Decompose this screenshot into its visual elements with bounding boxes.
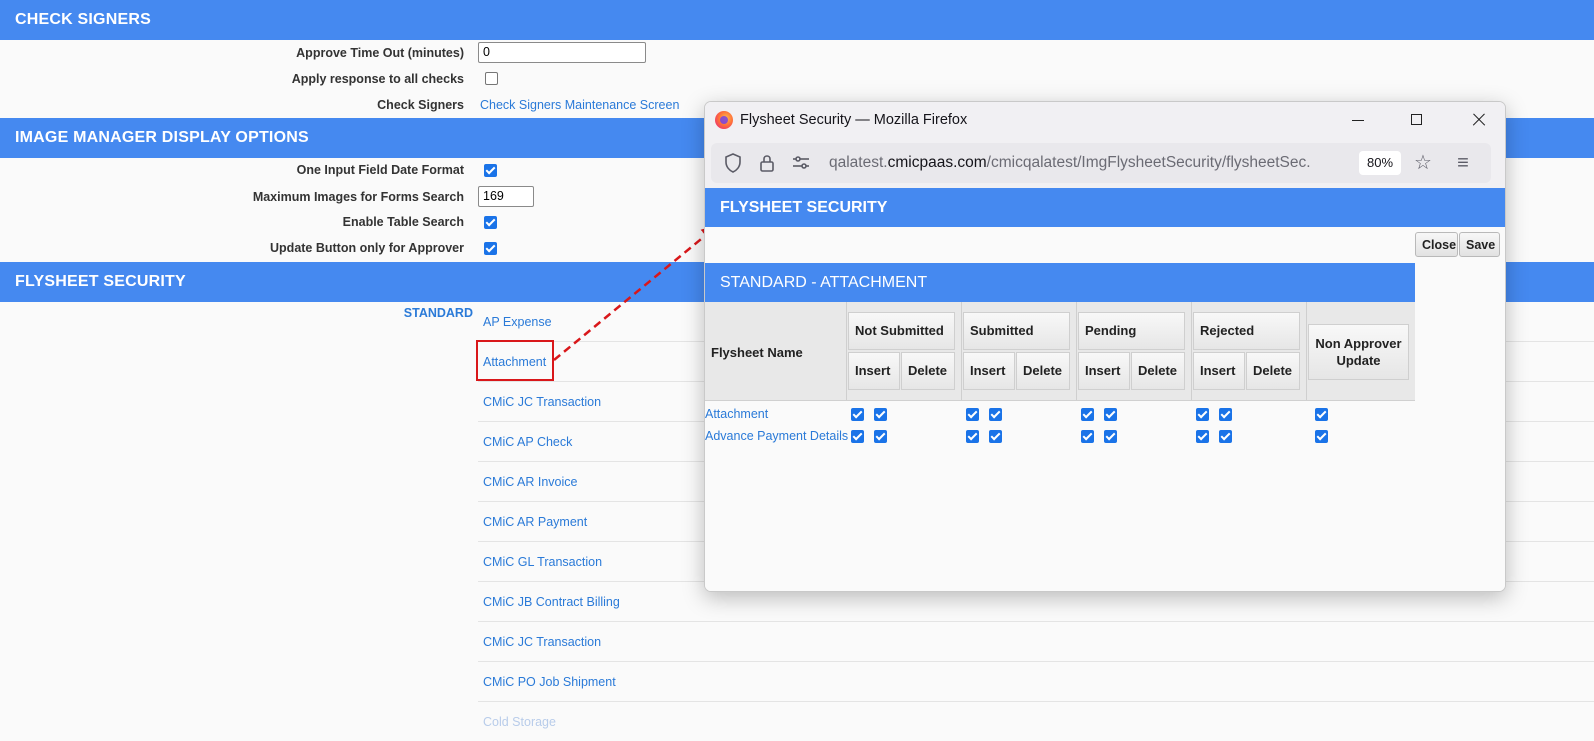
submitted-insert-header: Insert bbox=[963, 352, 1015, 390]
main-page: CHECK SIGNERS Approve Time Out (minutes)… bbox=[0, 0, 1594, 741]
url-field[interactable]: qalatest.cmicpaas.com/cmicqalatest/ImgFl… bbox=[711, 143, 1491, 183]
zoom-level[interactable]: 80% bbox=[1359, 151, 1401, 175]
permission-checkbox[interactable] bbox=[966, 408, 979, 421]
permission-checkbox[interactable] bbox=[874, 408, 887, 421]
menu-icon[interactable]: ≡ bbox=[1453, 153, 1473, 173]
not-submitted-insert-header: Insert bbox=[848, 352, 900, 390]
security-table-header: Flysheet Name Not Submitted Insert Delet… bbox=[705, 302, 1415, 401]
header-divider bbox=[961, 302, 962, 400]
flysheet-security-window: Flysheet Security — Mozilla Firefox qala… bbox=[704, 101, 1506, 592]
shield-icon[interactable] bbox=[723, 153, 743, 173]
table-row-name[interactable]: Attachment bbox=[705, 407, 768, 421]
permission-checkbox[interactable] bbox=[1219, 430, 1232, 443]
header-divider bbox=[1076, 302, 1077, 400]
permission-checkbox[interactable] bbox=[1315, 430, 1328, 443]
url-prefix: qalatest. bbox=[829, 154, 888, 171]
permission-checkbox[interactable] bbox=[1196, 408, 1209, 421]
permissions-icon[interactable] bbox=[791, 153, 811, 173]
permission-checkbox[interactable] bbox=[1081, 430, 1094, 443]
save-button[interactable]: Save bbox=[1459, 232, 1500, 257]
flysheet-name-header: Flysheet Name bbox=[711, 345, 803, 360]
url-domain: cmicpaas.com bbox=[887, 154, 987, 171]
rejected-header: Rejected bbox=[1193, 312, 1300, 350]
header-divider bbox=[1191, 302, 1192, 400]
permission-checkbox[interactable] bbox=[966, 430, 979, 443]
rejected-delete-header: Delete bbox=[1246, 352, 1300, 390]
header-divider bbox=[846, 302, 847, 400]
window-title: Flysheet Security — Mozilla Firefox bbox=[740, 112, 968, 128]
popup-header: FLYSHEET SECURITY bbox=[705, 188, 1505, 227]
permission-checkbox[interactable] bbox=[1219, 408, 1232, 421]
not-submitted-header: Not Submitted bbox=[848, 312, 955, 350]
lock-icon[interactable] bbox=[757, 153, 777, 173]
standard-attachment-header: STANDARD - ATTACHMENT bbox=[705, 263, 1415, 302]
permission-checkbox[interactable] bbox=[1081, 408, 1094, 421]
submitted-delete-header: Delete bbox=[1016, 352, 1070, 390]
firefox-icon bbox=[715, 111, 733, 129]
pending-insert-header: Insert bbox=[1078, 352, 1130, 390]
close-button[interactable]: Close bbox=[1415, 232, 1458, 257]
submitted-header: Submitted bbox=[963, 312, 1070, 350]
pending-header: Pending bbox=[1078, 312, 1185, 350]
url-text[interactable]: qalatest.cmicpaas.com/cmicqalatest/ImgFl… bbox=[829, 154, 1354, 172]
permission-checkbox[interactable] bbox=[1104, 430, 1117, 443]
rejected-insert-header: Insert bbox=[1193, 352, 1245, 390]
pending-delete-header: Delete bbox=[1131, 352, 1185, 390]
permission-checkbox[interactable] bbox=[851, 408, 864, 421]
permission-checkbox[interactable] bbox=[1104, 408, 1117, 421]
header-divider bbox=[1306, 302, 1307, 400]
window-titlebar: Flysheet Security — Mozilla Firefox bbox=[705, 102, 1505, 138]
maximize-icon[interactable] bbox=[1403, 106, 1431, 134]
permission-checkbox[interactable] bbox=[874, 430, 887, 443]
permission-checkbox[interactable] bbox=[851, 430, 864, 443]
close-icon[interactable] bbox=[1465, 106, 1493, 134]
non-approver-update-header: Non Approver Update bbox=[1308, 324, 1409, 380]
permission-checkbox[interactable] bbox=[1315, 408, 1328, 421]
url-bar: qalatest.cmicpaas.com/cmicqalatest/ImgFl… bbox=[705, 138, 1505, 188]
url-path: /cmicqalatest/ImgFlysheetSecurity/flyshe… bbox=[986, 154, 1311, 171]
not-submitted-delete-header: Delete bbox=[901, 352, 955, 390]
minimize-icon[interactable] bbox=[1344, 106, 1372, 134]
permission-checkbox[interactable] bbox=[989, 408, 1002, 421]
permission-checkbox[interactable] bbox=[989, 430, 1002, 443]
bookmark-star-icon[interactable]: ☆ bbox=[1413, 153, 1433, 173]
table-row-name[interactable]: Advance Payment Details bbox=[705, 429, 848, 443]
popup-content: FLYSHEET SECURITY Close Save STANDARD - … bbox=[705, 188, 1505, 591]
permission-checkbox[interactable] bbox=[1196, 430, 1209, 443]
